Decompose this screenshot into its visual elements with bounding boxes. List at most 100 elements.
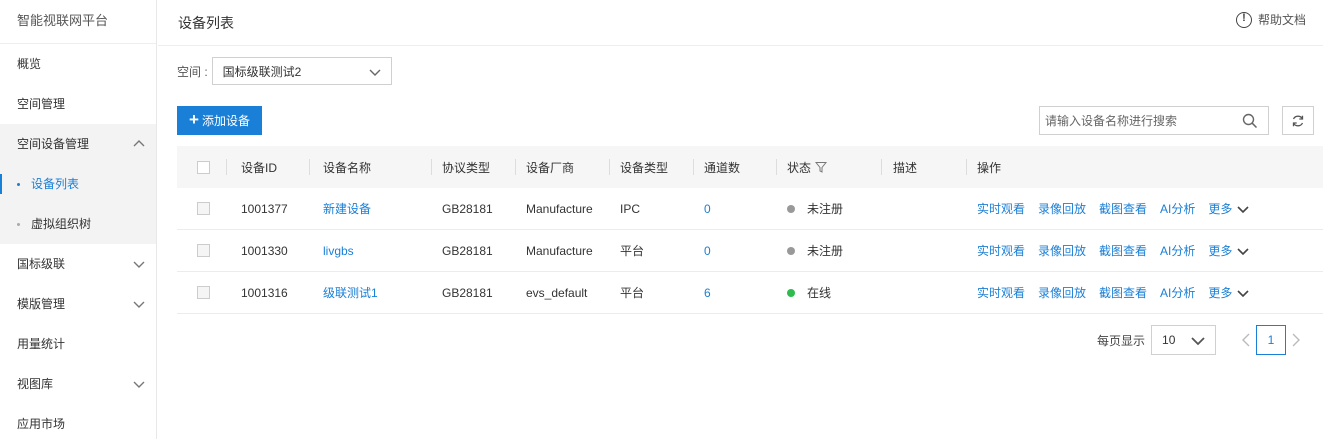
page-number-button[interactable]: 1 [1256,325,1287,355]
page-size-label: 每页显示 [1097,333,1146,348]
status-label: 未注册 [807,244,844,258]
protocol: GB28181 [442,243,493,258]
channels-link[interactable]: 6 [704,272,711,313]
status: 未注册 [787,188,843,229]
space-label: 空间 : [177,64,208,79]
row-actions: 实时观看 录像回放 截图查看 AI分析 更多 [977,272,1249,313]
vendor: Manufacture [526,201,593,216]
help-docs-link[interactable]: 帮助文档 [1235,11,1306,28]
row-actions: 实时观看 录像回放 截图查看 AI分析 更多 [977,188,1249,229]
device-type: 平台 [620,286,645,300]
search-input[interactable] [1045,113,1235,128]
table-row: 1001316 级联测试1 GB28181 evs_default 平台 6 在… [177,272,1323,314]
nav-item-space-management[interactable]: 空间管理 [0,84,156,124]
nav-item-gb-cascade[interactable]: 国标级联 [0,244,156,284]
nav-item-label: 应用市场 [17,417,66,431]
live-view-link[interactable]: 实时观看 [977,242,1025,259]
page-size-select[interactable]: 10 [1151,325,1217,355]
protocol: GB28181 [442,285,493,300]
live-view-link[interactable]: 实时观看 [977,200,1025,217]
chevron-left-icon [1242,333,1250,347]
filter-icon[interactable] [815,161,828,173]
next-page-button[interactable] [1286,325,1306,355]
playback-link[interactable]: 录像回放 [1038,284,1086,301]
nav-item-label: 模版管理 [17,297,66,311]
nav-item-usage-statistics[interactable]: 用量统计 [0,324,156,364]
page-title: 设备列表 [178,15,234,31]
brand-title: 智能视联网平台 [0,0,156,44]
space-filter: 空间 : 国标级联测试2 [177,57,392,85]
more-dropdown[interactable]: 更多 [1208,242,1249,259]
search-box [1039,106,1269,135]
chevron-down-icon [133,301,145,308]
snapshot-link[interactable]: 截图查看 [1099,242,1147,259]
more-label: 更多 [1208,244,1233,258]
status-dot-icon [787,204,795,213]
column-header-description: 描述 [893,160,918,175]
sidebar: 智能视联网平台 概览 空间管理 空间设备管理 设备列表 虚拟组织树 国标级联 模… [0,0,157,439]
ai-analysis-link[interactable]: AI分析 [1160,284,1195,301]
table-row: 1001377 新建设备 GB28181 Manufacture IPC 0 未… [177,188,1323,230]
nav-item-device-list[interactable]: 设备列表 [0,164,156,204]
status-header-label: 状态 [787,160,812,175]
row-checkbox[interactable] [197,244,210,257]
nav-item-label: 用量统计 [17,337,66,351]
refresh-button[interactable] [1282,106,1314,135]
bullet-icon [17,223,20,226]
column-header-status[interactable]: 状态 [787,146,828,188]
nav-item-template-management[interactable]: 模版管理 [0,284,156,324]
playback-link[interactable]: 录像回放 [1038,242,1086,259]
nav-item-label: 国标级联 [17,257,66,271]
device-id: 1001330 [241,243,288,258]
chevron-down-icon [1237,247,1249,255]
nav-item-space-device-management[interactable]: 空间设备管理 [0,124,156,164]
table-header: 设备ID 设备名称 协议类型 设备厂商 设备类型 通道数 状态 描述 操作 [177,146,1323,188]
status: 未注册 [787,230,843,271]
page-header: 设备列表 帮助文档 [158,0,1323,46]
column-header-device-name: 设备名称 [323,160,372,175]
column-header-vendor: 设备厂商 [526,160,575,175]
vendor: Manufacture [526,243,593,258]
status-dot-icon [787,246,795,255]
search-icon[interactable] [1242,113,1258,129]
row-checkbox[interactable] [197,286,210,299]
nav-item-virtual-org-tree[interactable]: 虚拟组织树 [0,204,156,244]
snapshot-link[interactable]: 截图查看 [1099,284,1147,301]
nav-item-label: 空间设备管理 [17,137,90,151]
device-name-link[interactable]: 级联测试1 [323,272,378,313]
space-select-value: 国标级联测试2 [222,64,302,79]
space-select[interactable]: 国标级联测试2 [211,57,392,85]
nav-item-label: 空间管理 [17,97,66,111]
playback-link[interactable]: 录像回放 [1038,200,1086,217]
info-icon [1235,11,1252,28]
column-header-protocol: 协议类型 [442,160,491,175]
add-device-button[interactable]: + 添加设备 [177,106,262,135]
status-label: 未注册 [807,202,844,216]
nav-item-overview[interactable]: 概览 [0,44,156,84]
table-row: 1001330 livgbs GB28181 Manufacture 平台 0 … [177,230,1323,272]
device-name-link[interactable]: 新建设备 [323,188,371,229]
help-docs-label: 帮助文档 [1257,13,1306,27]
snapshot-link[interactable]: 截图查看 [1099,200,1147,217]
more-label: 更多 [1208,286,1233,300]
channels-link[interactable]: 0 [704,188,711,229]
row-actions: 实时观看 录像回放 截图查看 AI分析 更多 [977,230,1249,271]
ai-analysis-link[interactable]: AI分析 [1160,200,1195,217]
more-dropdown[interactable]: 更多 [1208,200,1249,217]
device-name-link[interactable]: livgbs [323,230,354,271]
chevron-right-icon [1292,333,1301,347]
prev-page-button[interactable] [1236,325,1256,355]
ai-analysis-link[interactable]: AI分析 [1160,242,1195,259]
column-header-device-type: 设备类型 [620,160,669,175]
nav-item-app-market[interactable]: 应用市场 [0,404,156,439]
row-checkbox[interactable] [197,202,210,215]
device-type: 平台 [620,244,645,258]
nav-item-label: 虚拟组织树 [31,217,92,231]
more-dropdown[interactable]: 更多 [1208,284,1249,301]
channels-link[interactable]: 0 [704,230,711,271]
select-all-checkbox[interactable] [197,160,210,174]
nav-item-label: 概览 [17,57,42,71]
live-view-link[interactable]: 实时观看 [977,284,1025,301]
device-id: 1001316 [241,285,288,300]
nav-item-view-library[interactable]: 视图库 [0,364,156,404]
